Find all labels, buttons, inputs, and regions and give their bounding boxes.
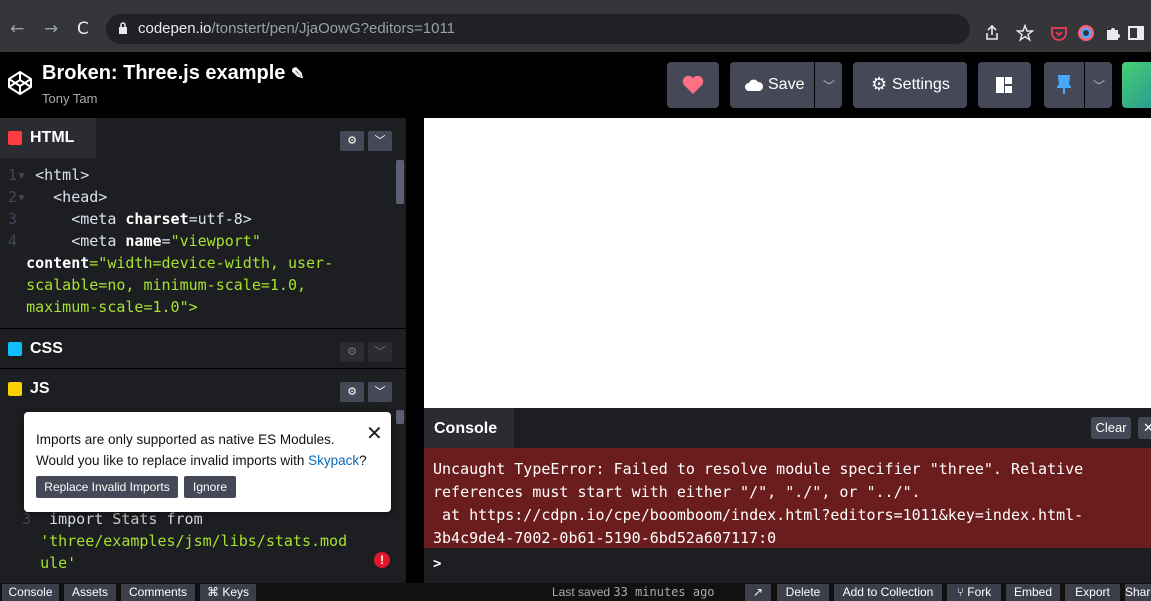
fork-button[interactable]: ⑂ Fork (947, 584, 1001, 601)
chevron-down-icon: ﹀ (823, 79, 836, 93)
heart-icon (682, 75, 704, 94)
add-to-collection-button[interactable]: Add to Collection (834, 584, 942, 601)
keys-button[interactable]: ⌘ Keys (200, 584, 256, 601)
clear-button[interactable]: Clear (1091, 417, 1131, 439)
pin-icon (1057, 75, 1071, 94)
save-button[interactable]: Save (730, 62, 814, 108)
bottom-bar: Console Assets Comments ⌘ Keys Last save… (0, 583, 1151, 601)
js-scrollbar[interactable] (396, 410, 404, 424)
pencil-icon[interactable]: ✎ (291, 66, 304, 83)
codepen-logo-icon[interactable] (7, 70, 33, 96)
css-collapse-button[interactable]: ﹀ (368, 342, 392, 362)
html-icon (8, 131, 22, 145)
pen-author[interactable]: Tony Tam (42, 91, 97, 106)
html-pane-header: HTML ⚙ ﹀ (0, 118, 406, 158)
html-settings-button[interactable]: ⚙ (340, 131, 364, 151)
assets-button[interactable]: Assets (64, 584, 116, 601)
open-external-icon[interactable]: ↗ (745, 584, 771, 601)
delete-button[interactable]: Delete (777, 584, 829, 601)
pen-title[interactable]: Broken: Three.js example ✎ (42, 62, 304, 85)
url-text[interactable]: codepen.io/tonstert/pen/JjaOowG?editors=… (138, 20, 455, 37)
popup-message: Imports are only supported as native ES … (36, 432, 367, 468)
js-pane-header: JS ⚙ ﹀ (0, 368, 406, 409)
arrow-right-icon[interactable]: → (44, 19, 58, 39)
export-button[interactable]: Export (1065, 584, 1120, 601)
css-settings-button[interactable]: ⚙ (340, 342, 364, 362)
heart-button[interactable] (667, 62, 719, 108)
save-options-button[interactable]: ﹀ (815, 62, 842, 108)
html-collapse-button[interactable]: ﹀ (368, 131, 392, 151)
pin-button[interactable] (1044, 62, 1084, 108)
console-error: Uncaught TypeError: Failed to resolve mo… (424, 448, 1151, 548)
js-icon (8, 382, 22, 396)
js-settings-button[interactable]: ⚙ (340, 382, 364, 402)
console-prompt[interactable]: > (433, 556, 441, 572)
close-icon[interactable]: ✕ (366, 421, 383, 445)
error-indicator-icon[interactable]: ! (374, 552, 390, 568)
pane-resizer[interactable] (406, 118, 424, 583)
imports-popup: Imports are only supported as native ES … (24, 412, 391, 512)
css-icon (8, 342, 22, 356)
editor-column: HTML ⚙ ﹀ 1▾ <html> 2▾ <head> 3 <meta cha… (0, 118, 406, 583)
extensions-puzzle-icon[interactable] (1104, 24, 1122, 42)
result-preview[interactable] (424, 118, 1151, 408)
replace-invalid-imports-button[interactable]: Replace Invalid Imports (36, 476, 178, 498)
console-panel: Console Clear ✕ Uncaught TypeError: Fail… (424, 408, 1151, 583)
console-button[interactable]: Console (2, 584, 59, 601)
embed-button[interactable]: Embed (1006, 584, 1060, 601)
html-code-area[interactable]: 1▾ <html> 2▾ <head> 3 <meta charset=utf-… (0, 158, 406, 328)
user-avatar[interactable] (1122, 62, 1151, 108)
pin-options-button[interactable]: ﹀ (1085, 62, 1112, 108)
ignore-button[interactable]: Ignore (184, 476, 236, 498)
js-code: 3 import Stats from 'three/examples/jsm/… (22, 510, 348, 572)
html-scrollbar[interactable] (396, 160, 404, 204)
pocket-icon[interactable] (1050, 24, 1068, 42)
skypack-link[interactable]: Skypack (308, 453, 359, 468)
close-console-icon[interactable]: ✕ (1138, 417, 1151, 439)
css-pane-header: CSS ⚙ ﹀ (0, 328, 406, 369)
layout-button[interactable] (978, 62, 1031, 108)
chevron-down-icon: ﹀ (1093, 79, 1106, 93)
lock-icon (119, 22, 127, 34)
reload-icon[interactable]: C (77, 19, 89, 39)
html-tab[interactable]: HTML (0, 118, 96, 158)
star-icon[interactable] (1016, 24, 1034, 42)
js-collapse-button[interactable]: ﹀ (368, 382, 392, 402)
address-bar[interactable]: codepen.io/tonstert/pen/JjaOowG?editors=… (106, 14, 970, 44)
comments-button[interactable]: Comments (121, 584, 195, 601)
gear-icon: ⚙ (871, 74, 888, 95)
html-code: 1▾ <html> 2▾ <head> 3 <meta charset=utf-… (8, 166, 334, 316)
console-header: Console Clear ✕ (424, 408, 1151, 448)
arrow-left-icon[interactable]: ← (10, 19, 24, 39)
last-saved-status: Last saved 33 minutes ago (552, 585, 715, 599)
share-button[interactable]: Share (1125, 584, 1151, 601)
js-tab[interactable]: JS (0, 369, 86, 409)
sidebar-icon[interactable] (1127, 24, 1145, 42)
fork-icon: ⑂ (956, 585, 968, 599)
share-icon[interactable] (983, 24, 1001, 42)
codepen-header: Broken: Three.js example ✎ Tony Tam Save… (0, 52, 1151, 118)
settings-button[interactable]: ⚙ Settings (853, 62, 967, 108)
color-extension-icon[interactable] (1077, 24, 1095, 42)
layout-icon (996, 77, 1012, 93)
browser-toolbar: ← → C codepen.io/tonstert/pen/JjaOowG?ed… (0, 0, 1151, 52)
cloud-icon (745, 79, 764, 91)
console-tab[interactable]: Console (424, 408, 514, 448)
css-tab[interactable]: CSS (0, 329, 86, 369)
